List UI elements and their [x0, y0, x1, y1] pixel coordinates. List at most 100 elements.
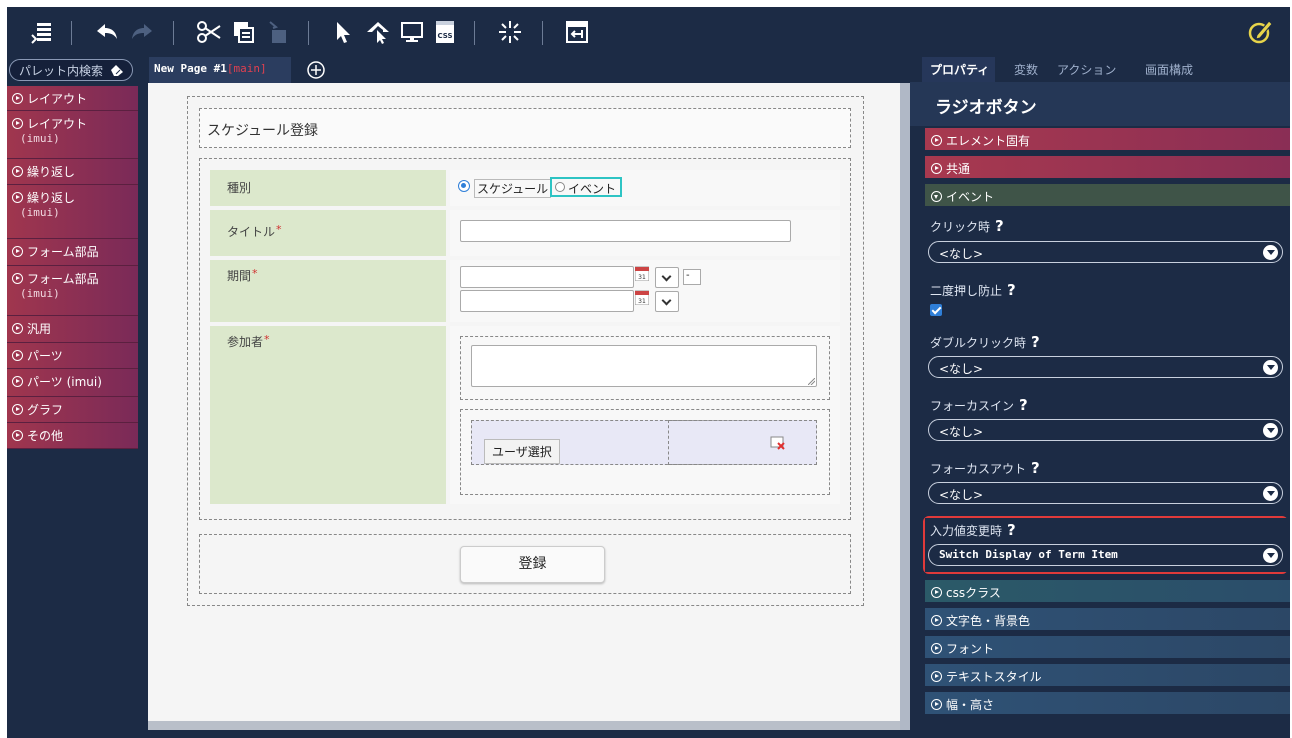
period-start-time-select[interactable] — [655, 267, 679, 288]
palette-item-layout[interactable]: レイアウト — [7, 86, 138, 111]
help-icon[interactable]: ? — [1007, 281, 1016, 299]
type-value-cell: スケジュール イベント — [450, 170, 840, 206]
period-end-time-select[interactable] — [655, 291, 679, 312]
clear-search-icon[interactable] — [110, 63, 124, 77]
period-separator: - — [686, 270, 690, 281]
focusout-event-select[interactable]: <なし> — [928, 482, 1283, 504]
design-canvas[interactable]: スケジュール登録 種別 スケジュール イベント タイトル* 期間* 31 - 3… — [148, 83, 900, 721]
palette-item-label: 汎用 — [27, 322, 52, 336]
expand-circle-icon — [12, 323, 23, 334]
participants-label-cell: 参加者* — [210, 326, 446, 504]
double-submit-checkbox[interactable] — [930, 304, 942, 316]
expand-circle-icon — [931, 671, 942, 682]
dblclick-event-select[interactable]: <なし> — [928, 356, 1283, 378]
focusin-event-select[interactable]: <なし> — [928, 419, 1283, 441]
palette-item-form-imui[interactable]: フォーム部品 (imui) — [7, 266, 138, 316]
help-icon[interactable]: ? — [1031, 333, 1040, 351]
redo-icon[interactable] — [126, 16, 158, 48]
tab-actions[interactable]: アクション — [1057, 57, 1116, 82]
svg-text:CSS: CSS — [437, 32, 452, 40]
radio-event-button[interactable] — [555, 182, 565, 192]
focusin-label-text: フォーカスイン — [930, 399, 1015, 413]
palette-item-parts[interactable]: パーツ — [7, 343, 138, 369]
section-element-specific[interactable]: エレメント固有 — [925, 128, 1290, 150]
palette-panel: パレット内検索 レイアウト レイアウト (imui) 繰り返し 繰り返し (imui… — [7, 57, 138, 738]
period-label-cell: 期間* — [210, 260, 446, 322]
resize-handle-icon[interactable] — [808, 378, 815, 385]
copy-icon[interactable] — [227, 16, 259, 48]
section-label: 文字色・背景色 — [946, 614, 1031, 628]
participants-label: 参加者 — [227, 335, 264, 349]
canvas-horizontal-scrollbar[interactable] — [148, 721, 900, 730]
tab-properties[interactable]: プロパティ — [922, 57, 995, 82]
canvas-area: スケジュール登録 種別 スケジュール イベント タイトル* 期間* 31 - 3… — [138, 83, 910, 738]
dropdown-icon — [1263, 360, 1278, 375]
svg-text:31: 31 — [638, 298, 646, 305]
paste-icon[interactable] — [262, 16, 294, 48]
calendar-icon[interactable]: 31 — [635, 265, 649, 281]
delete-user-icon[interactable] — [770, 436, 786, 450]
help-icon[interactable]: ? — [1007, 521, 1016, 539]
radio-schedule-label[interactable]: スケジュール — [474, 179, 552, 198]
section-label: 共通 — [946, 162, 971, 176]
title-input[interactable] — [460, 220, 791, 242]
palette-item-layout-imui[interactable]: レイアウト (imui) — [7, 111, 138, 159]
palette-item-repeat-imui[interactable]: 繰り返し (imui) — [7, 185, 138, 239]
sparkle-icon[interactable] — [494, 16, 526, 48]
period-end-date-input[interactable] — [460, 290, 634, 312]
focusin-event-label: フォーカスイン? — [930, 396, 1028, 414]
help-icon[interactable]: ? — [1031, 459, 1040, 477]
section-label: テキストスタイル — [946, 670, 1042, 684]
section-font[interactable]: フォント — [925, 636, 1290, 658]
cut-icon[interactable] — [193, 16, 225, 48]
section-css-class[interactable]: cssクラス — [925, 580, 1290, 602]
database-icon[interactable] — [27, 16, 59, 48]
change-event-select[interactable]: Switch Display of Term Item — [928, 544, 1283, 566]
expand-circle-icon — [12, 93, 23, 104]
focusout-event-label: フォーカスアウト? — [930, 459, 1040, 477]
submit-button[interactable]: 登録 — [460, 546, 605, 583]
dropdown-icon — [1263, 486, 1278, 501]
palette-item-label: 繰り返し — [27, 191, 76, 205]
user-select-button[interactable]: ユーザ選択 — [484, 439, 560, 464]
section-text-style[interactable]: テキストスタイル — [925, 664, 1290, 686]
participants-textarea[interactable] — [471, 345, 817, 387]
radio-event-focus-box[interactable]: イベント — [550, 177, 622, 197]
preview-monitor-icon[interactable] — [396, 16, 428, 48]
tab-new-page-1[interactable]: New Page #1[main] — [149, 57, 291, 83]
exit-icon[interactable] — [561, 16, 593, 48]
pencil-edit-icon[interactable] — [1245, 15, 1277, 47]
form-title-box[interactable]: スケジュール登録 — [199, 108, 851, 148]
calendar-icon[interactable]: 31 — [635, 289, 649, 305]
palette-item-general[interactable]: 汎用 — [7, 316, 138, 343]
canvas-splitter[interactable] — [900, 83, 910, 730]
change-label-text: 入力値変更時 — [930, 524, 1003, 538]
css-file-icon[interactable]: CSS — [429, 16, 461, 48]
tab-variables[interactable]: 変数 — [1014, 57, 1038, 82]
period-value-cell: 31 - 31 — [450, 260, 840, 322]
period-start-date-input[interactable] — [460, 266, 634, 288]
palette-item-graph[interactable]: グラフ — [7, 397, 138, 423]
tab-screen-structure[interactable]: 画面構成 — [1145, 57, 1193, 82]
section-colors[interactable]: 文字色・背景色 — [925, 608, 1290, 630]
section-size[interactable]: 幅・高さ — [925, 692, 1290, 714]
palette-item-other[interactable]: その他 — [7, 423, 138, 449]
radio-schedule-button[interactable] — [458, 180, 470, 192]
palette-item-parts-imui[interactable]: パーツ (imui) — [7, 369, 138, 397]
palette-item-form[interactable]: フォーム部品 — [7, 239, 138, 266]
help-icon[interactable]: ? — [995, 217, 1004, 235]
expand-circle-icon — [12, 273, 23, 284]
click-event-select[interactable]: <なし> — [928, 241, 1283, 263]
form-title: スケジュール登録 — [207, 123, 319, 139]
palette-item-label: レイアウト — [27, 92, 88, 106]
palette-item-repeat[interactable]: 繰り返し — [7, 159, 138, 185]
select-pointer-icon[interactable] — [327, 16, 359, 48]
undo-icon[interactable] — [91, 16, 123, 48]
help-icon[interactable]: ? — [1019, 396, 1028, 414]
user-list-cell — [668, 420, 817, 465]
section-common[interactable]: 共通 — [925, 156, 1290, 178]
move-pointer-icon[interactable] — [362, 16, 394, 48]
section-events[interactable]: イベント — [925, 184, 1290, 206]
collapse-circle-icon — [931, 191, 942, 202]
add-tab-icon[interactable] — [306, 60, 326, 80]
